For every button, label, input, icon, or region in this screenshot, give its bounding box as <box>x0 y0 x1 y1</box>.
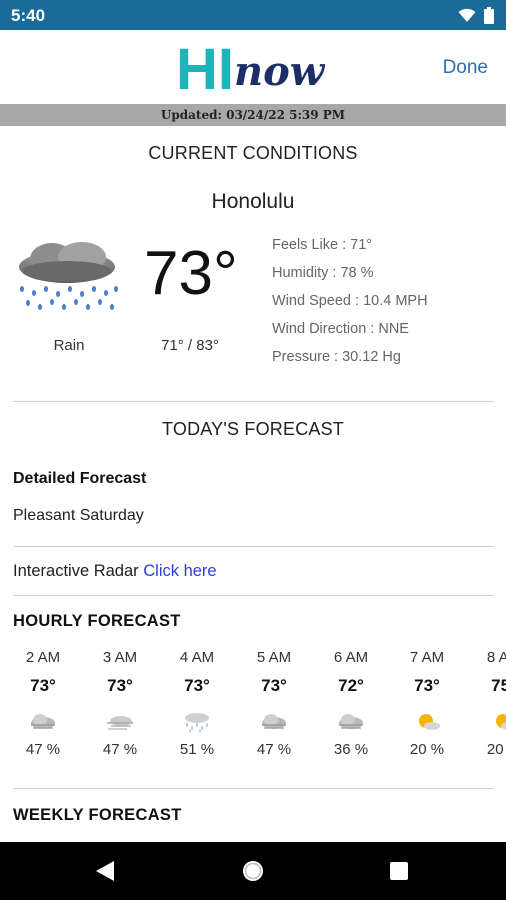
hour-temp: 73° <box>261 676 287 695</box>
back-icon[interactable] <box>95 860 115 882</box>
cloudy-night-icon <box>339 714 363 729</box>
conditions-details: Feels Like : 71° Humidity : 78 % Wind Sp… <box>272 235 428 375</box>
hour-time: 5 AM <box>256 649 292 666</box>
condition-label: Rain <box>53 337 85 354</box>
detailed-forecast-title: Detailed Forecast <box>13 470 147 487</box>
cloudy-night-icon <box>31 714 55 729</box>
feels-like: Feels Like : 71° <box>272 237 373 253</box>
hour-precip: 36 % <box>333 741 369 758</box>
city-name: Honolulu <box>211 190 295 213</box>
hour-temp: 73° <box>184 676 210 695</box>
sun-cloud-icon <box>496 714 506 730</box>
divider <box>13 595 494 596</box>
status-icons <box>458 7 494 24</box>
status-time: 5:40 <box>11 6 46 25</box>
radar-label: Interactive Radar <box>13 562 139 580</box>
interactive-radar: Interactive Radar Click here <box>13 562 217 581</box>
hour-time: 3 AM <box>102 649 138 666</box>
hour-precip: 51 % <box>179 741 215 758</box>
hour-time: 2 AM <box>25 649 61 666</box>
divider <box>13 546 494 547</box>
hourly-forecast-strip[interactable]: 2 AM 73° 47 % 3 AM 73° 47 % 4 AM 73° 51 … <box>0 648 506 768</box>
hourly-item: 6 AM 72° 36 % <box>319 648 383 760</box>
rain-cloud-icon <box>19 242 118 310</box>
hour-precip: 47 % <box>102 741 138 758</box>
hourly-item: 8 AM 75° 20 % <box>472 648 506 760</box>
updated-bar: Updated: 03/24/22 5:39 PM <box>0 104 506 126</box>
hourly-forecast-title: HOURLY FORECAST <box>13 612 181 630</box>
battery-icon <box>484 7 494 24</box>
divider <box>13 401 494 402</box>
windy-cloud-icon <box>107 716 133 730</box>
hourly-item: 4 AM 73° 51 % <box>165 648 229 760</box>
updated-text: Updated: 03/24/22 5:39 PM <box>160 108 346 122</box>
hourly-item: 3 AM 73° 47 % <box>88 648 152 760</box>
logo-primary-text: HI <box>176 40 234 96</box>
rain-cloud-icon <box>185 713 209 733</box>
hour-precip: 20 % <box>486 741 506 758</box>
sun-cloud-icon <box>419 714 440 730</box>
done-button[interactable]: Done <box>443 57 488 79</box>
android-nav-bar <box>0 842 506 900</box>
hour-time: 4 AM <box>179 649 215 666</box>
divider <box>13 788 494 789</box>
hour-precip: 47 % <box>25 741 61 758</box>
hour-temp: 73° <box>107 676 133 695</box>
hourly-item: 5 AM 73° 47 % <box>242 648 306 760</box>
hour-temp: 73° <box>414 676 440 695</box>
hourly-item: 2 AM 73° 47 % <box>11 648 75 760</box>
wind-speed: Wind Speed : 10.4 MPH <box>272 293 428 309</box>
humidity: Humidity : 78 % <box>272 265 374 281</box>
recents-icon[interactable] <box>390 862 408 880</box>
app-header: HI now Done <box>0 30 506 104</box>
todays-forecast-title: TODAY'S FORECAST <box>162 419 344 439</box>
status-bar: 5:40 <box>0 0 506 30</box>
hourly-item: 7 AM 73° 20 % <box>395 648 459 760</box>
wifi-icon <box>458 8 476 22</box>
detailed-forecast-text: Pleasant Saturday <box>13 507 144 524</box>
home-icon[interactable] <box>241 859 265 883</box>
hour-time: 6 AM <box>333 649 369 666</box>
radar-link[interactable]: Click here <box>143 562 216 580</box>
weekly-forecast-title: WEEKLY FORECAST <box>13 806 182 824</box>
high-low-temperature: 71° / 83° <box>161 337 219 354</box>
hour-temp: 72° <box>338 676 364 695</box>
hour-time: 7 AM <box>409 649 445 666</box>
logo-secondary-text: now <box>234 48 326 95</box>
pressure: Pressure : 30.12 Hg <box>272 349 401 365</box>
hour-precip: 20 % <box>409 741 445 758</box>
hour-precip: 47 % <box>256 741 292 758</box>
cloudy-night-icon <box>262 714 286 729</box>
current-conditions-title: CURRENT CONDITIONS <box>148 143 358 163</box>
hour-time: 8 AM <box>486 649 506 666</box>
hour-temp: 73° <box>30 676 56 695</box>
hinow-logo: HI now <box>176 40 326 96</box>
hour-temp: 75° <box>491 676 506 695</box>
current-temperature: 73° <box>144 239 238 308</box>
wind-direction: Wind Direction : NNE <box>272 321 409 337</box>
